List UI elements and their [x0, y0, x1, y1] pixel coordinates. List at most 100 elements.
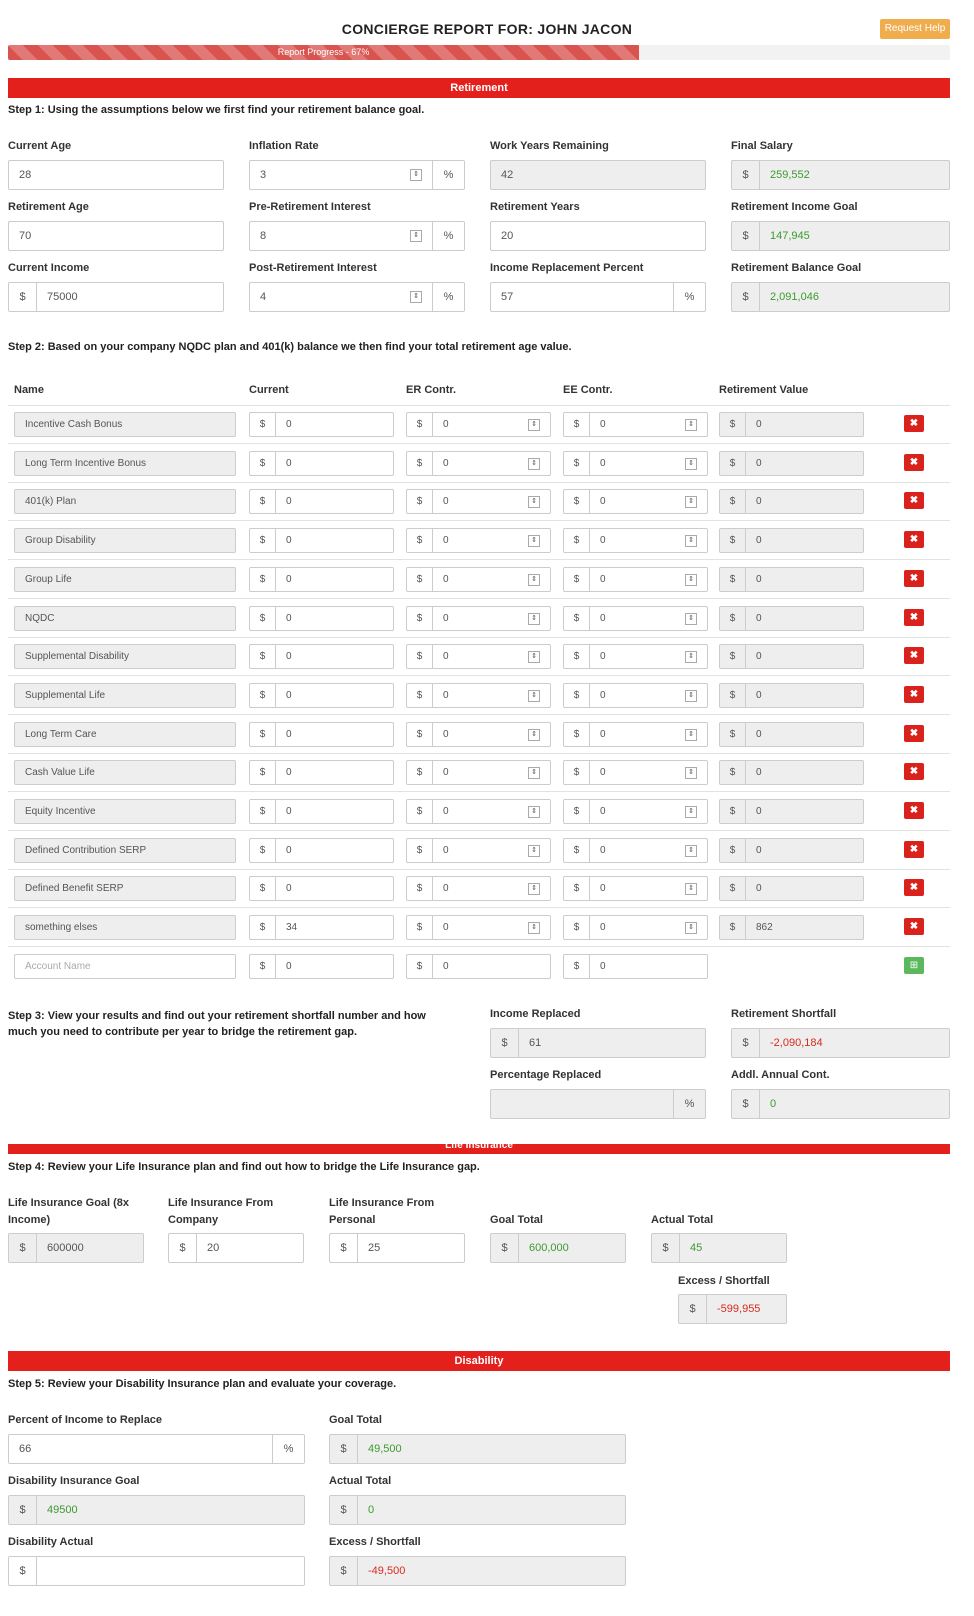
- spinner-icon[interactable]: ⇕: [685, 766, 697, 779]
- current-input[interactable]: $0: [249, 606, 394, 631]
- spinner-icon[interactable]: ⇕: [685, 495, 697, 508]
- income-replacement-percent-input[interactable]: 57%: [490, 282, 706, 312]
- spinner-icon[interactable]: ⇕: [528, 689, 540, 702]
- er-contr-input[interactable]: $0 ⇕: [406, 876, 551, 901]
- delete-row-icon[interactable]: ✖: [904, 531, 924, 548]
- spinner-icon[interactable]: ⇕: [528, 457, 540, 470]
- er-contr-input[interactable]: $0 ⇕: [406, 451, 551, 476]
- er-contr-input[interactable]: $0 ⇕: [406, 644, 551, 669]
- delete-row-icon[interactable]: ✖: [904, 686, 924, 703]
- er-contr-input[interactable]: $0 ⇕: [406, 722, 551, 747]
- pre-retirement-interest-input[interactable]: 8 ⇕%: [249, 221, 465, 251]
- current-input[interactable]: $0: [249, 489, 394, 514]
- ee-contr-input[interactable]: $0 ⇕: [563, 722, 708, 747]
- life-from-personal-input[interactable]: $25: [329, 1233, 465, 1263]
- er-contr-input[interactable]: $0 ⇕: [406, 683, 551, 708]
- current-input[interactable]: $0: [249, 451, 394, 476]
- current-input[interactable]: $0: [249, 567, 394, 592]
- spinner-icon[interactable]: ⇕: [528, 805, 540, 818]
- spinner-icon[interactable]: ⇕: [685, 689, 697, 702]
- ee-contr-input[interactable]: $0 ⇕: [563, 760, 708, 785]
- delete-row-icon[interactable]: ✖: [904, 879, 924, 896]
- current-income-input[interactable]: $75000: [8, 282, 224, 312]
- current-input[interactable]: $0: [249, 760, 394, 785]
- spinner-icon[interactable]: ⇕: [528, 766, 540, 779]
- spinner-icon[interactable]: ⇕: [685, 418, 697, 431]
- er-contr-input[interactable]: $0 ⇕: [406, 799, 551, 824]
- spinner-icon[interactable]: ⇕: [528, 495, 540, 508]
- er-contr-input[interactable]: $0 ⇕: [406, 606, 551, 631]
- ee-contr-input[interactable]: $0 ⇕: [563, 683, 708, 708]
- spinner-icon[interactable]: ⇕: [528, 534, 540, 547]
- delete-row-icon[interactable]: ✖: [904, 609, 924, 626]
- spinner-icon[interactable]: ⇕: [528, 728, 540, 741]
- ee-contr-input[interactable]: $0 ⇕: [563, 876, 708, 901]
- er-contr-input[interactable]: $0 ⇕: [406, 489, 551, 514]
- ee-contr-input[interactable]: $0 ⇕: [563, 567, 708, 592]
- er-contr-input[interactable]: $0 ⇕: [406, 567, 551, 592]
- current-input[interactable]: $0: [249, 412, 394, 437]
- spinner-icon[interactable]: ⇕: [410, 291, 422, 303]
- delete-row-icon[interactable]: ✖: [904, 725, 924, 742]
- spinner-icon[interactable]: ⇕: [685, 573, 697, 586]
- spinner-icon[interactable]: ⇕: [685, 728, 697, 741]
- ee-contr-input[interactable]: $0 ⇕: [563, 644, 708, 669]
- ee-contr-input[interactable]: $0 ⇕: [563, 799, 708, 824]
- current-age-input[interactable]: 28: [8, 160, 224, 190]
- ee-contr-input[interactable]: $0 ⇕: [563, 915, 708, 940]
- new-er-contr-input[interactable]: $0: [406, 954, 551, 979]
- current-input[interactable]: $0: [249, 644, 394, 669]
- er-contr-input[interactable]: $0 ⇕: [406, 915, 551, 940]
- ee-contr-input[interactable]: $0 ⇕: [563, 412, 708, 437]
- ee-contr-input[interactable]: $0 ⇕: [563, 528, 708, 553]
- ee-contr-input[interactable]: $0 ⇕: [563, 838, 708, 863]
- delete-row-icon[interactable]: ✖: [904, 570, 924, 587]
- delete-row-icon[interactable]: ✖: [904, 841, 924, 858]
- percent-to-replace-input[interactable]: 66%: [8, 1434, 305, 1464]
- inflation-rate-input[interactable]: 3 ⇕%: [249, 160, 465, 190]
- post-retirement-interest-input[interactable]: 4 ⇕%: [249, 282, 465, 312]
- spinner-icon[interactable]: ⇕: [685, 612, 697, 625]
- spinner-icon[interactable]: ⇕: [528, 612, 540, 625]
- add-row-icon[interactable]: ⊞: [904, 957, 924, 974]
- current-input[interactable]: $0: [249, 799, 394, 824]
- current-input[interactable]: $0: [249, 722, 394, 747]
- current-input[interactable]: $0: [249, 528, 394, 553]
- current-input[interactable]: $0: [249, 838, 394, 863]
- spinner-icon[interactable]: ⇕: [528, 921, 540, 934]
- er-contr-input[interactable]: $0 ⇕: [406, 528, 551, 553]
- spinner-icon[interactable]: ⇕: [528, 650, 540, 663]
- spinner-icon[interactable]: ⇕: [685, 650, 697, 663]
- account-name-input[interactable]: Account Name: [14, 954, 236, 979]
- er-contr-input[interactable]: $0 ⇕: [406, 838, 551, 863]
- new-current-input[interactable]: $0: [249, 954, 394, 979]
- current-input[interactable]: $0: [249, 876, 394, 901]
- spinner-icon[interactable]: ⇕: [410, 169, 422, 181]
- spinner-icon[interactable]: ⇕: [685, 882, 697, 895]
- delete-row-icon[interactable]: ✖: [904, 647, 924, 664]
- delete-row-icon[interactable]: ✖: [904, 763, 924, 780]
- delete-row-icon[interactable]: ✖: [904, 454, 924, 471]
- current-input[interactable]: $34: [249, 915, 394, 940]
- delete-row-icon[interactable]: ✖: [904, 415, 924, 432]
- spinner-icon[interactable]: ⇕: [528, 573, 540, 586]
- retirement-years-input[interactable]: 20: [490, 221, 706, 251]
- spinner-icon[interactable]: ⇕: [528, 844, 540, 857]
- ee-contr-input[interactable]: $0 ⇕: [563, 606, 708, 631]
- delete-row-icon[interactable]: ✖: [904, 918, 924, 935]
- request-help-button[interactable]: Request Help: [880, 19, 950, 39]
- spinner-icon[interactable]: ⇕: [528, 418, 540, 431]
- life-from-company-input[interactable]: $20: [168, 1233, 304, 1263]
- delete-row-icon[interactable]: ✖: [904, 492, 924, 509]
- spinner-icon[interactable]: ⇕: [685, 921, 697, 934]
- spinner-icon[interactable]: ⇕: [685, 534, 697, 547]
- new-ee-contr-input[interactable]: $0: [563, 954, 708, 979]
- spinner-icon[interactable]: ⇕: [685, 457, 697, 470]
- disability-actual-input[interactable]: $: [8, 1556, 305, 1586]
- retirement-age-input[interactable]: 70: [8, 221, 224, 251]
- current-input[interactable]: $0: [249, 683, 394, 708]
- spinner-icon[interactable]: ⇕: [410, 230, 422, 242]
- ee-contr-input[interactable]: $0 ⇕: [563, 451, 708, 476]
- delete-row-icon[interactable]: ✖: [904, 802, 924, 819]
- spinner-icon[interactable]: ⇕: [685, 844, 697, 857]
